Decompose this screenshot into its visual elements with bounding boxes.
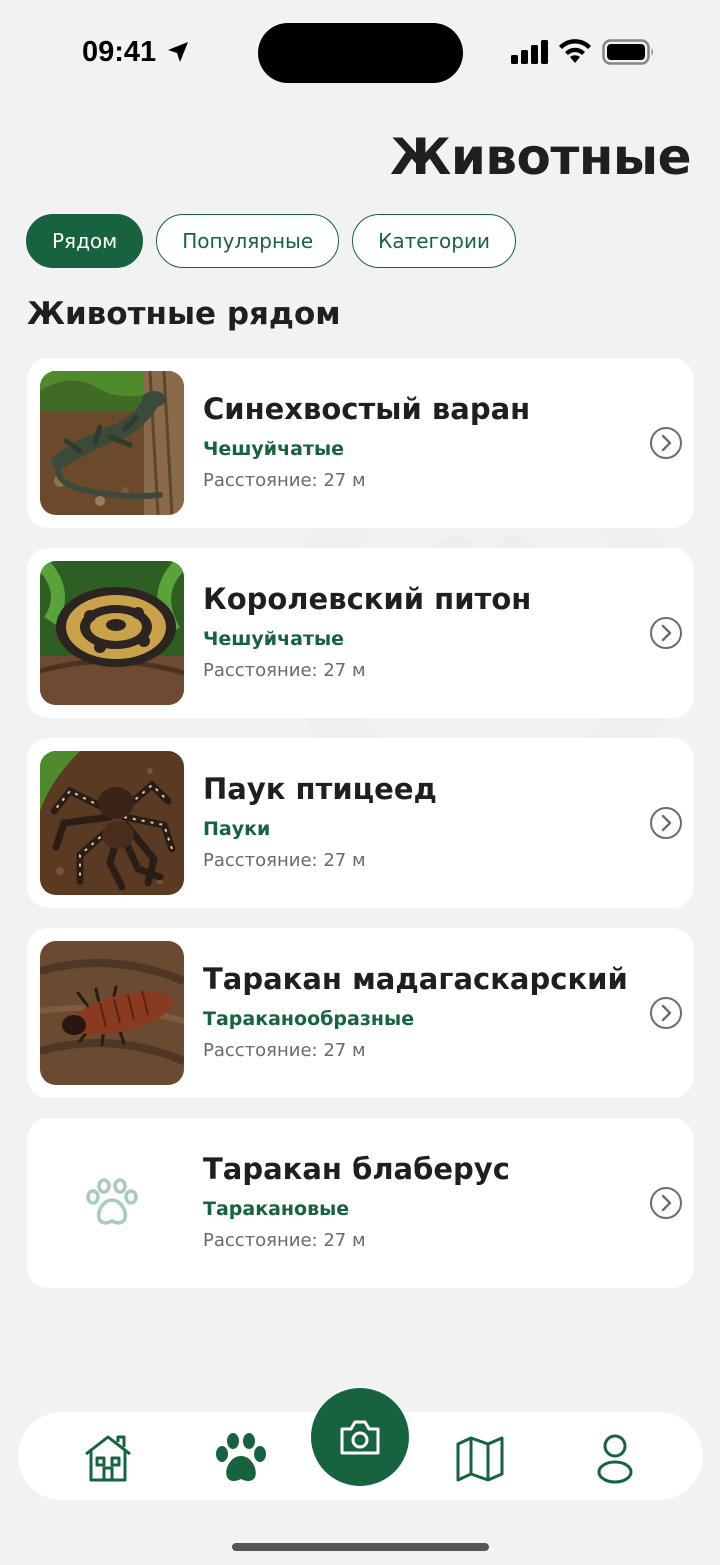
- status-time: 09:41: [82, 36, 157, 68]
- animal-name: Таракан блаберус: [203, 1152, 510, 1186]
- animal-category: Тараканообразные: [203, 1008, 415, 1030]
- animal-name: Паук птицеед: [203, 772, 437, 806]
- animal-list: Синехвостый варан Чешуйчатые Расстояние:…: [27, 358, 694, 1308]
- map-icon[interactable]: [454, 1432, 506, 1484]
- chip-nearby[interactable]: Рядом: [26, 214, 144, 268]
- profile-icon[interactable]: [589, 1432, 641, 1484]
- chip-categories[interactable]: Категории: [352, 214, 516, 268]
- chevron-right-icon[interactable]: [649, 996, 683, 1030]
- animal-card[interactable]: Королевский питон Чешуйчатые Расстояние:…: [27, 548, 694, 718]
- animal-category: Таракановые: [203, 1198, 350, 1220]
- dynamic-island: [258, 23, 463, 83]
- animal-category: Пауки: [203, 818, 271, 840]
- chevron-right-icon[interactable]: [649, 426, 683, 460]
- status-bar: 09:41: [0, 0, 720, 100]
- camera-icon: [340, 1420, 380, 1455]
- page-title: Животные: [390, 128, 691, 186]
- animal-distance: Расстояние: 27 м: [203, 470, 366, 491]
- animal-card[interactable]: Паук птицеед Пауки Расстояние: 27 м: [27, 738, 694, 908]
- home-indicator[interactable]: [232, 1543, 489, 1551]
- wifi-icon: [559, 39, 591, 63]
- chevron-right-icon[interactable]: [649, 806, 683, 840]
- location-arrow-icon: [168, 42, 188, 62]
- cockroach-photo: [40, 941, 184, 1085]
- animal-card[interactable]: Таракан блаберус Таракановые Расстояние:…: [27, 1118, 694, 1288]
- animal-distance: Расстояние: 27 м: [203, 1040, 366, 1061]
- section-title: Животные рядом: [27, 296, 341, 332]
- monitor-lizard-photo: [40, 371, 184, 515]
- chevron-right-icon[interactable]: [649, 1186, 683, 1220]
- camera-button[interactable]: [311, 1388, 409, 1486]
- chevron-right-icon[interactable]: [649, 616, 683, 650]
- animal-distance: Расстояние: 27 м: [203, 660, 366, 681]
- animal-name: Синехвостый варан: [203, 392, 531, 426]
- cellular-signal-icon: [511, 40, 548, 64]
- paw-placeholder-icon: [86, 1178, 138, 1225]
- animal-category: Чешуйчатые: [203, 628, 345, 650]
- animal-distance: Расстояние: 27 м: [203, 850, 366, 871]
- placeholder-image: [40, 1131, 184, 1275]
- ball-python-photo: [40, 561, 184, 705]
- filter-chips: Рядом Популярные Категории: [26, 214, 516, 268]
- paw-icon[interactable]: [215, 1432, 267, 1484]
- home-icon[interactable]: [82, 1432, 134, 1484]
- animal-card[interactable]: Таракан мадагаскарский Тараканообразные …: [27, 928, 694, 1098]
- chip-popular[interactable]: Популярные: [156, 214, 340, 268]
- animal-card[interactable]: Синехвостый варан Чешуйчатые Расстояние:…: [27, 358, 694, 528]
- animal-distance: Расстояние: 27 м: [203, 1230, 366, 1251]
- animal-name: Королевский питон: [203, 582, 532, 616]
- animal-category: Чешуйчатые: [203, 438, 345, 460]
- tarantula-photo: [40, 751, 184, 895]
- animal-name: Таракан мадагаскарский: [203, 962, 628, 996]
- battery-icon: [602, 39, 653, 65]
